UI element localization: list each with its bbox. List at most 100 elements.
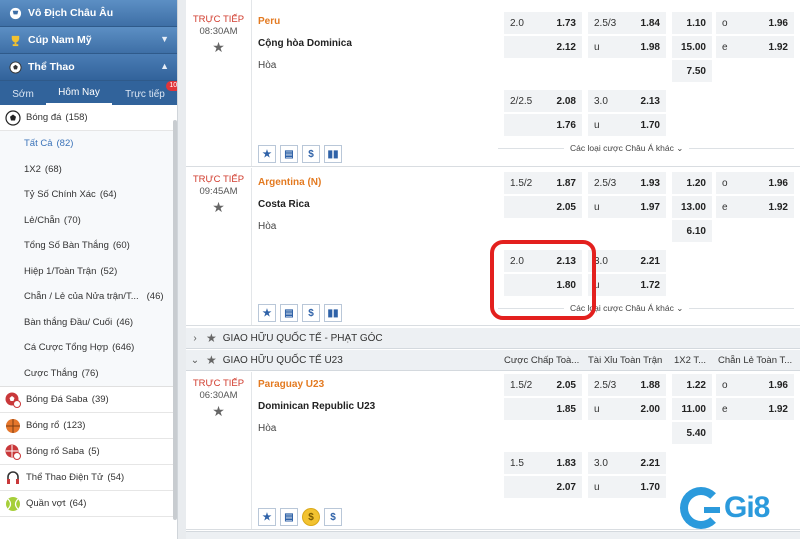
scoreboard-icon[interactable]: ▤ (280, 508, 298, 526)
odds-cell[interactable]: 1.5 1.83 (504, 452, 582, 474)
dollar-icon[interactable]: $ (302, 304, 320, 322)
sub-count: (64) (99, 189, 117, 201)
odds-cell[interactable]: 1.5/2 2.05 (504, 374, 582, 396)
odds-cell[interactable]: o 1.96 (716, 12, 794, 34)
odds-cell[interactable]: e 1.92 (716, 36, 794, 58)
sidebar-section-sports[interactable]: Thể Thao ▲ (0, 54, 177, 81)
sidebar-section-label: Cúp Nam Mỹ (28, 34, 92, 46)
odds-cell[interactable]: u 1.70 (588, 476, 666, 498)
odds-cell[interactable]: 2.5/3 1.84 (588, 12, 666, 34)
odds-cell[interactable]: 1.20 (672, 172, 712, 194)
tab-today[interactable]: Hôm Nay (46, 87, 112, 105)
tab-live[interactable]: Trực tiếp 107 (116, 81, 177, 105)
sidebar-scrollbar[interactable] (173, 120, 177, 520)
odds-cell[interactable]: 3.0 2.21 (588, 250, 666, 272)
dollar-icon[interactable]: $ (302, 145, 320, 163)
favorite-star-icon[interactable]: ★ (206, 353, 217, 367)
sidebar-item-saba-basketball[interactable]: Bóng rổ Saba (5) (0, 439, 177, 465)
league-row-u23[interactable]: ⌄ ★ GIAO HỮU QUỐC TẾ U23 Cược Chấp Toà..… (186, 350, 800, 371)
sidebar-item-tennis[interactable]: Quần vợt (64) (0, 491, 177, 517)
chevron-down-icon[interactable]: ⌄ (186, 355, 204, 366)
odds-line: e (722, 403, 728, 415)
favorite-star-icon[interactable]: ★ (186, 403, 251, 420)
odds-cell[interactable]: 2.5/3 1.88 (588, 374, 666, 396)
stats-chart-icon[interactable]: ▮▮ (324, 304, 342, 322)
odds-cell[interactable]: u 1.72 (588, 274, 666, 296)
favorite-star-icon[interactable]: ★ (186, 39, 251, 56)
sidebar-sub-half-odd-even[interactable]: Chẵn / Lẻ của Nửa trận/T... (46) (0, 284, 177, 310)
sidebar-sub-half-full[interactable]: Hiệp 1/Toàn Trận (52) (0, 259, 177, 285)
scoreboard-icon[interactable]: ▤ (280, 304, 298, 322)
odds-line: 3.0 (594, 95, 608, 107)
odds-cell[interactable]: 11.00 (672, 398, 712, 420)
sidebar-sub-first-last-goal[interactable]: Bàn thắng Đầu/ Cuối (46) (0, 310, 177, 336)
sidebar-sub-all[interactable]: Tất Cả (82) (0, 131, 177, 157)
odds-cell[interactable]: 3.0 2.21 (588, 452, 666, 474)
sidebar-sub-total-goals[interactable]: Tổng Số Bàn Thắng (60) (0, 233, 177, 259)
stats-chart-icon[interactable]: ▮▮ (324, 145, 342, 163)
sidebar-sub-1x2[interactable]: 1X2 (68) (0, 157, 177, 183)
odds-cell[interactable]: 15.00 (672, 36, 712, 58)
odds-cell[interactable]: 2.07 (504, 476, 582, 498)
football-submenu: Tất Cả (82) 1X2 (68) Tỷ Số Chính Xác (64) L… (0, 131, 177, 387)
odds-cell[interactable]: 7.50 (672, 60, 712, 82)
favorite-star-icon[interactable]: ★ (258, 508, 276, 526)
sidebar-sub-odd-even[interactable]: Lẻ/Chẵn (70) (0, 208, 177, 234)
odds-cell[interactable]: 2.05 (504, 196, 582, 218)
favorite-star-icon[interactable]: ★ (206, 331, 217, 345)
sub-label: 1X2 (24, 163, 41, 175)
odds-value: 11.00 (681, 403, 706, 415)
league-row-corners[interactable]: › ★ GIAO HỮU QUỐC TẾ - PHẠT GÓC (186, 328, 800, 349)
more-asian-bets-link[interactable]: Các loại cược Châu Á khác ⌄ (564, 143, 690, 154)
dollar-icon[interactable]: $ (324, 508, 342, 526)
odds-cell[interactable]: e 1.92 (716, 398, 794, 420)
odds-value: 1.88 (640, 379, 660, 391)
odds-cell[interactable]: e 1.92 (716, 196, 794, 218)
odds-cell[interactable]: 1.76 (504, 114, 582, 136)
odds-cell[interactable]: 1.5/2 1.87 (504, 172, 582, 194)
odds-cell[interactable]: 2.0 1.73 (504, 12, 582, 34)
odds-cell[interactable]: 1.22 (672, 374, 712, 396)
scoreboard-icon[interactable]: ▤ (280, 145, 298, 163)
sidebar-section-euro[interactable]: Vô Địch Châu Âu (0, 0, 177, 27)
favorite-star-icon[interactable]: ★ (258, 304, 276, 322)
sidebar-item-saba-football[interactable]: Bóng Đá Saba (39) (0, 387, 177, 413)
odds-value: 1.98 (640, 41, 660, 53)
odds-line: 2.5/3 (594, 17, 617, 29)
odds-value: 2.21 (640, 457, 660, 469)
odds-cell[interactable]: 6.10 (672, 220, 712, 242)
sidebar-sub-correct-score[interactable]: Tỷ Số Chính Xác (64) (0, 182, 177, 208)
coin-icon[interactable]: $ (302, 508, 320, 526)
odds-cell[interactable]: 13.00 (672, 196, 712, 218)
match-teams: Paraguay U23 Dominican Republic U23 Hòa (258, 379, 498, 434)
sidebar-item-esports[interactable]: Thể Thao Điện Tử (54) (0, 465, 177, 491)
sidebar-section-copa[interactable]: Cúp Nam Mỹ ▼ (0, 27, 177, 54)
odds-value: 1.20 (686, 177, 706, 189)
odds-cell[interactable]: 1.10 (672, 12, 712, 34)
sidebar-item-football[interactable]: Bóng đá (158) (0, 105, 177, 131)
sidebar-item-label: Bóng rổ Saba (26, 446, 85, 457)
odds-cell[interactable]: u 2.00 (588, 398, 666, 420)
odds-value: 1.96 (768, 379, 788, 391)
odds-cell[interactable]: o 1.96 (716, 172, 794, 194)
odds-cell[interactable]: 5.40 (672, 422, 712, 444)
sidebar-sub-outright[interactable]: Cược Thắng (76) (0, 361, 177, 387)
odds-cell[interactable]: 2.12 (504, 36, 582, 58)
odds-cell[interactable]: 2.5/3 1.93 (588, 172, 666, 194)
odds-cell[interactable]: u 1.98 (588, 36, 666, 58)
odds-cell[interactable]: 3.0 2.13 (588, 90, 666, 112)
favorite-star-icon[interactable]: ★ (186, 199, 251, 216)
sidebar-item-count: (158) (65, 112, 88, 123)
chevron-right-icon[interactable]: › (186, 333, 204, 344)
favorite-star-icon[interactable]: ★ (258, 145, 276, 163)
tab-early[interactable]: Sớm (0, 89, 46, 105)
odds-cell[interactable]: u 1.97 (588, 196, 666, 218)
sidebar-item-basketball[interactable]: Bóng rổ (123) (0, 413, 177, 439)
odds-cell[interactable]: 2/2.5 2.08 (504, 90, 582, 112)
match-time: 06:30AM (199, 390, 238, 401)
odds-value: 1.85 (556, 403, 576, 415)
odds-cell[interactable]: o 1.96 (716, 374, 794, 396)
odds-cell[interactable]: u 1.70 (588, 114, 666, 136)
sidebar-sub-combo[interactable]: Cá Cược Tổng Hợp (646) (0, 335, 177, 361)
odds-cell[interactable]: 1.85 (504, 398, 582, 420)
